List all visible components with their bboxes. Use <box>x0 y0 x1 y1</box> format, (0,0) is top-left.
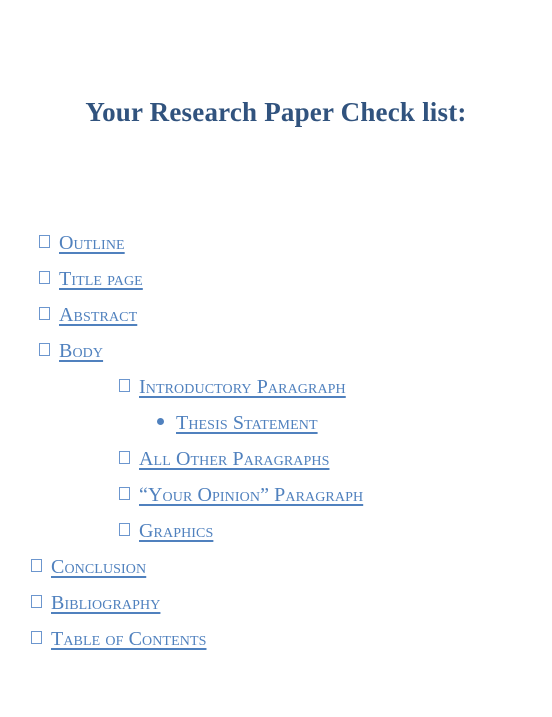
checklist-item-graphics[interactable]: Graphics <box>0 519 552 555</box>
research-paper-checklist: Outline Title page Abstract Body Introdu… <box>0 231 552 663</box>
checklist-item-label: Graphics <box>139 520 214 542</box>
checkbox-square-icon[interactable] <box>119 487 130 505</box>
checkbox-square-icon[interactable] <box>31 595 42 613</box>
checkbox-square-icon[interactable] <box>119 523 130 541</box>
checklist-item-introductory-paragraph[interactable]: Introductory Paragraph <box>0 375 552 411</box>
page-title: Your Research Paper Check list: <box>85 97 467 127</box>
checkbox-square-icon[interactable] <box>119 379 130 397</box>
checklist-item-thesis-statement[interactable]: Thesis Statement <box>0 411 552 447</box>
checklist-item-table-of-contents[interactable]: Table of Contents <box>0 627 552 663</box>
checkbox-square-icon[interactable] <box>39 343 50 361</box>
checklist-item-label: Introductory Paragraph <box>139 376 346 398</box>
checklist-item-label: Conclusion <box>51 556 147 578</box>
checklist-item-outline[interactable]: Outline <box>0 231 552 267</box>
checklist-item-label: Abstract <box>59 304 138 326</box>
checkbox-square-icon[interactable] <box>39 235 50 253</box>
checklist-item-bibliography[interactable]: Bibliography <box>0 591 552 627</box>
checklist-item-label: Thesis Statement <box>176 412 318 434</box>
checklist-item-label: All Other Paragraphs <box>139 448 330 470</box>
checklist-item-your-opinion-paragraph[interactable]: “Your Opinion” Paragraph <box>0 483 552 519</box>
checkbox-square-icon[interactable] <box>31 559 42 577</box>
checklist-item-label: Table of Contents <box>51 628 207 650</box>
checkbox-square-icon[interactable] <box>39 271 50 289</box>
document-page: Your Research Paper Check list: Outline … <box>0 0 552 717</box>
checklist-item-label: Body <box>59 340 104 362</box>
checkbox-square-icon[interactable] <box>39 307 50 325</box>
checklist-item-label: “Your Opinion” Paragraph <box>139 484 364 506</box>
checklist-item-title-page[interactable]: Title page <box>0 267 552 303</box>
checklist-item-all-other-paragraphs[interactable]: All Other Paragraphs <box>0 447 552 483</box>
checkbox-square-icon[interactable] <box>119 451 130 469</box>
checklist-item-label: Title page <box>59 268 143 290</box>
checklist-item-label: Bibliography <box>51 592 161 614</box>
bullet-dot-icon <box>157 417 164 433</box>
checklist-item-label: Outline <box>59 232 125 254</box>
checklist-item-conclusion[interactable]: Conclusion <box>0 555 552 591</box>
checkbox-square-icon[interactable] <box>31 631 42 649</box>
checklist-item-abstract[interactable]: Abstract <box>0 303 552 339</box>
checklist-item-body[interactable]: Body <box>0 339 552 375</box>
